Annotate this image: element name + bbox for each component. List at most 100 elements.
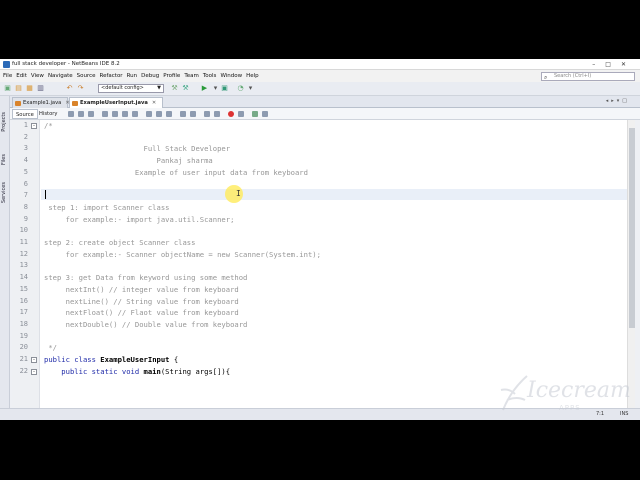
files-tab[interactable]: Files [1, 154, 9, 165]
projects-tab[interactable]: Projects [1, 112, 9, 132]
stop-macro-icon[interactable] [238, 111, 244, 117]
search-icon: ⌕ [544, 74, 548, 81]
line-number: 12 [19, 249, 28, 258]
code-text: { [169, 355, 179, 364]
run-icon[interactable]: ▶ [200, 84, 209, 93]
undo-icon[interactable]: ↶ [65, 84, 74, 93]
debug-icon[interactable]: ▣ [220, 84, 229, 93]
code-line[interactable]: Pankaj sharma [44, 156, 213, 165]
prev-bookmark-icon[interactable] [146, 111, 152, 117]
tab-navigation[interactable]: ◂▸▾□ [606, 98, 630, 104]
diff-icon[interactable] [252, 111, 258, 117]
new-file-icon[interactable]: ▤ [14, 84, 23, 93]
keyword-text: public class [44, 355, 101, 364]
code-editor[interactable]: 1–2 3 4 5 6 7 8 9 10 11 12 13 14 15 16 17 18 19 20 21–22– /… [12, 120, 627, 408]
open-project-icon[interactable]: ▦ [25, 84, 34, 93]
clean-build-icon[interactable]: ⚒ [181, 84, 190, 93]
menu-tools[interactable]: Tools [203, 70, 217, 82]
line-number: 20 [19, 343, 28, 352]
run-dropdown-icon[interactable]: ▾ [211, 84, 220, 93]
menu-debug[interactable]: Debug [141, 70, 159, 82]
search-input[interactable]: ⌕ Search (Ctrl+I) [541, 72, 635, 81]
code-line[interactable]: public class ExampleUserInput { [44, 355, 178, 364]
tab-label: Example1.java [23, 100, 62, 106]
close-icon[interactable]: ✕ [152, 100, 156, 106]
fold-toggle-icon[interactable]: – [31, 368, 37, 375]
line-number: 5 [23, 167, 28, 176]
menu-view[interactable]: View [31, 70, 44, 82]
services-tab[interactable]: Services [1, 182, 9, 203]
code-line[interactable]: Full Stack Developer [44, 144, 231, 153]
new-project-icon[interactable]: ▣ [3, 84, 12, 93]
find-next-icon[interactable] [122, 111, 128, 117]
configuration-select[interactable]: <default config> ▼ [98, 84, 164, 93]
menu-file[interactable]: File [3, 70, 12, 82]
code-line[interactable]: for example:- import java.util.Scanner; [44, 215, 235, 224]
start-macro-icon[interactable] [228, 111, 234, 117]
menu-profile[interactable]: Profile [163, 70, 180, 82]
menu-navigate[interactable]: Navigate [48, 70, 73, 82]
menu-window[interactable]: Window [220, 70, 242, 82]
fold-toggle-icon[interactable]: – [31, 357, 37, 363]
code-line[interactable]: step 1: import Scanner class [44, 203, 169, 212]
code-line[interactable]: /* [44, 121, 53, 130]
code-line[interactable]: public static void main(String args[]){ [44, 367, 230, 376]
menu-source[interactable]: Source [77, 70, 96, 82]
code-line[interactable]: nextFloat() // Flaot value from keyboard [44, 308, 239, 317]
netbeans-window: full stack developer - NetBeans IDE 8.2 … [0, 59, 640, 420]
menu-team[interactable]: Team [184, 70, 199, 82]
forward-icon[interactable] [88, 111, 94, 117]
menu-edit[interactable]: Edit [16, 70, 27, 82]
scrollbar-thumb[interactable] [629, 128, 635, 328]
line-number: 6 [23, 179, 28, 188]
fold-toggle-icon[interactable]: – [31, 123, 37, 129]
code-line[interactable]: for example:- Scanner objectName = new S… [44, 250, 321, 259]
menu-run[interactable]: Run [127, 70, 138, 82]
chart-icon[interactable] [262, 111, 268, 117]
profile-dropdown-icon[interactable]: ▾ [246, 84, 255, 93]
vertical-scrollbar[interactable] [627, 120, 635, 408]
tab-exampleuserinput[interactable]: ExampleUserInput.java ✕ [69, 97, 163, 108]
back-icon[interactable] [78, 111, 84, 117]
code-line[interactable]: nextDouble() // Double value from keyboa… [44, 320, 248, 329]
netbeans-app-icon [3, 61, 10, 68]
code-line[interactable]: step 2: create object Scanner class [44, 238, 195, 247]
maximize-button[interactable]: □ [605, 61, 621, 68]
code-line[interactable]: nextInt() // integer value from keyboard [44, 285, 239, 294]
code-line[interactable]: */ [44, 343, 57, 352]
minimize-button[interactable]: – [592, 61, 605, 68]
code-area[interactable]: /* Full Stack Developer Pankaj sharma Ex… [44, 120, 624, 408]
line-number: 17 [19, 308, 28, 317]
toggle-highlight-icon[interactable] [132, 111, 138, 117]
find-prev-icon[interactable] [112, 111, 118, 117]
tab-example1[interactable]: Example1.java ✕ [12, 97, 70, 108]
uncomment-icon[interactable] [214, 111, 220, 117]
shift-right-icon[interactable] [190, 111, 196, 117]
code-line[interactable]: nextLine() // String value from keyboard [44, 297, 239, 306]
redo-icon[interactable]: ↷ [76, 84, 85, 93]
line-number: 8 [23, 202, 28, 211]
java-file-icon [15, 101, 21, 106]
comment-icon[interactable] [204, 111, 210, 117]
profile-icon[interactable]: ◔ [236, 84, 245, 93]
menu-refactor[interactable]: Refactor [100, 70, 123, 82]
line-number: 14 [19, 273, 28, 282]
save-all-icon[interactable]: ▥ [36, 84, 45, 93]
editor-toolbar: Source History [10, 108, 640, 120]
line-number: 13 [19, 261, 28, 270]
source-view-tab[interactable]: Source [12, 109, 38, 119]
line-number: 15 [19, 284, 28, 293]
shift-left-icon[interactable] [180, 111, 186, 117]
code-line[interactable]: step 3: get Data from keyword using some… [44, 273, 247, 282]
last-edit-icon[interactable] [68, 111, 74, 117]
code-line[interactable]: Example of user input data from keyboard [44, 168, 308, 177]
window-controls[interactable]: –□✕ [592, 59, 636, 70]
toggle-bookmark-icon[interactable] [166, 111, 172, 117]
next-bookmark-icon[interactable] [156, 111, 162, 117]
history-view-tab[interactable]: History [36, 109, 60, 119]
menu-help[interactable]: Help [246, 70, 259, 82]
watermark-text: Icecream [527, 378, 631, 403]
hammer-icon[interactable]: ⚒ [170, 84, 179, 93]
find-icon[interactable] [102, 111, 108, 117]
close-button[interactable]: ✕ [621, 61, 636, 68]
